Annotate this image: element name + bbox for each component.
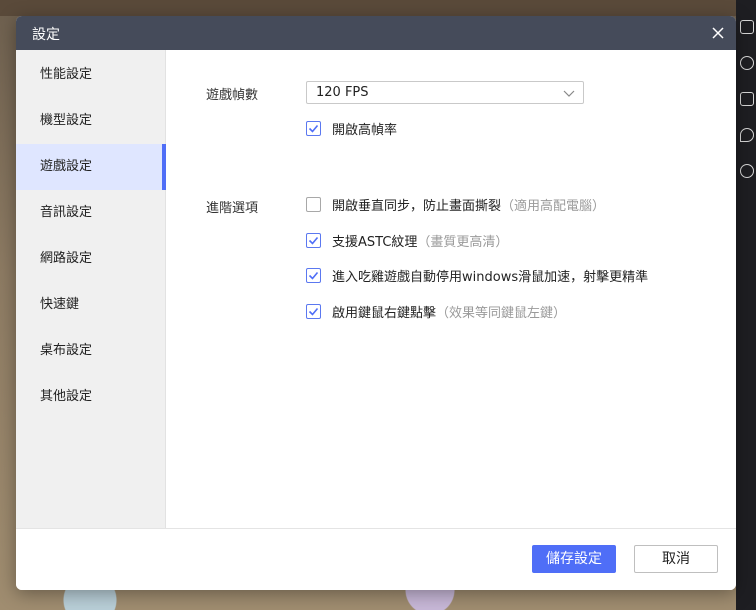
- vibrate-icon[interactable]: [740, 164, 754, 178]
- shake-icon[interactable]: [740, 56, 754, 70]
- astc-hint: （畫質更高清）: [417, 234, 509, 250]
- sidebar-item-label: 快速鍵: [40, 297, 80, 312]
- sidebar-item-label: 音訊設定: [40, 205, 93, 220]
- mouse-accel-checkbox-row[interactable]: 進入吃雞遊戲自動停用windows滑鼠加速，射擊更精準: [306, 266, 649, 285]
- settings-sidebar: 性能設定 機型設定 遊戲設定 音訊設定 網路設定 快速鍵 桌布設定 其他設定: [16, 50, 166, 529]
- high-fps-label: 開啟高幀率: [332, 122, 398, 138]
- sidebar-item-performance[interactable]: 性能設定: [16, 52, 165, 98]
- game-settings-panel: 遊戲幀數 120 FPS 開啟高幀率 進階選項 開啟垂直同步，防止畫面撕裂 （適用…: [166, 50, 736, 529]
- mouse-accel-checkbox[interactable]: [306, 267, 321, 283]
- keyboard-icon[interactable]: [740, 20, 754, 34]
- right-click-hint: （效果等同鍵鼠左鍵）: [436, 305, 567, 321]
- cancel-button[interactable]: 取消: [634, 545, 718, 573]
- high-fps-checkbox[interactable]: [306, 120, 321, 136]
- sidebar-item-label: 桌布設定: [40, 343, 93, 358]
- sidebar-item-other[interactable]: 其他設定: [16, 374, 165, 420]
- checkmark-icon: [308, 307, 319, 316]
- sidebar-item-game[interactable]: 遊戲設定: [16, 144, 166, 190]
- save-button[interactable]: 儲存設定: [532, 545, 616, 573]
- mouse-accel-label: 進入吃雞遊戲自動停用windows滑鼠加速，射擊更精準: [332, 269, 649, 285]
- checkmark-icon: [308, 236, 319, 245]
- astc-checkbox-row[interactable]: 支援ASTC紋理 （畫質更高清）: [306, 231, 509, 250]
- sidebar-item-network[interactable]: 網路設定: [16, 236, 165, 282]
- checkmark-icon: [308, 124, 319, 133]
- sidebar-item-shortcuts[interactable]: 快速鍵: [16, 282, 165, 328]
- dialog-footer: 儲存設定 取消: [16, 528, 736, 590]
- fps-select[interactable]: 120 FPS: [306, 81, 584, 104]
- sidebar-item-label: 其他設定: [40, 389, 93, 404]
- sidebar-item-audio[interactable]: 音訊設定: [16, 190, 165, 236]
- vsync-checkbox-row[interactable]: 開啟垂直同步，防止畫面撕裂 （適用高配電腦）: [306, 195, 606, 214]
- screenshot-icon[interactable]: [740, 92, 754, 106]
- vsync-hint: （適用高配電腦）: [501, 198, 606, 214]
- astc-checkbox[interactable]: [306, 232, 321, 248]
- right-click-label: 啟用鍵鼠右鍵點擊: [332, 305, 437, 321]
- astc-label: 支援ASTC紋理: [332, 234, 418, 250]
- sidebar-item-label: 遊戲設定: [40, 159, 93, 174]
- fps-label: 遊戲幀數: [206, 88, 259, 103]
- background-top-strip: [0, 0, 756, 16]
- checkmark-icon: [308, 271, 319, 280]
- dialog-title: 設定: [32, 27, 60, 43]
- sidebar-item-device-model[interactable]: 機型設定: [16, 98, 165, 144]
- emulator-side-toolbar: [736, 0, 756, 610]
- sidebar-item-label: 性能設定: [40, 67, 93, 82]
- sidebar-item-label: 網路設定: [40, 251, 93, 266]
- right-click-checkbox-row[interactable]: 啟用鍵鼠右鍵點擊 （效果等同鍵鼠左鍵）: [306, 302, 567, 321]
- advanced-options-label: 進階選項: [206, 201, 259, 216]
- settings-dialog: 設定 性能設定 機型設定 遊戲設定 音訊設定 網路設定 快速鍵 桌布設定 其他設…: [16, 16, 736, 590]
- close-icon[interactable]: [708, 23, 728, 43]
- chevron-down-icon: [563, 90, 575, 97]
- vsync-label: 開啟垂直同步，防止畫面撕裂: [332, 198, 502, 214]
- dialog-titlebar: 設定: [16, 16, 736, 50]
- sidebar-item-wallpaper[interactable]: 桌布設定: [16, 328, 165, 374]
- sidebar-item-label: 機型設定: [40, 113, 93, 128]
- high-fps-checkbox-row[interactable]: 開啟高幀率: [306, 119, 398, 138]
- vsync-checkbox[interactable]: [306, 196, 321, 212]
- location-icon[interactable]: [740, 128, 754, 142]
- fps-select-value: 120 FPS: [316, 85, 369, 100]
- right-click-checkbox[interactable]: [306, 303, 321, 319]
